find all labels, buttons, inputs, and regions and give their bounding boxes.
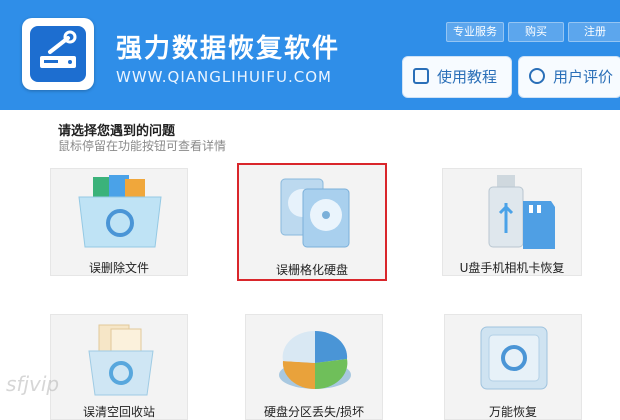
folder-recover-icon	[78, 175, 162, 248]
tile-label: 误栅格化硬盘	[275, 263, 348, 277]
usb-sdcard-icon	[488, 175, 555, 249]
tile-emptied-recycle-bin[interactable]: 误清空回收站	[50, 314, 188, 420]
user-reviews-button[interactable]: 用户评价	[518, 56, 620, 98]
document-icon	[413, 68, 429, 84]
partition-pie-icon	[279, 330, 351, 390]
buy-link[interactable]: 购买	[508, 22, 564, 42]
pro-service-link[interactable]: 专业服务	[446, 22, 504, 42]
app-logo	[22, 18, 94, 90]
comment-icon	[529, 68, 545, 84]
user-reviews-button-label: 用户评价	[553, 68, 614, 86]
tile-universal-recovery[interactable]: 万能恢复	[444, 314, 582, 420]
hover-hint: 鼠标停留在功能按钮可查看详情	[58, 139, 227, 153]
tutorial-button[interactable]: 使用教程	[402, 56, 512, 98]
tile-formatted-disk[interactable]: 误栅格化硬盘	[237, 163, 387, 281]
app-header: 强力数据恢复软件 WWW.QIANGLIHUIFU.COM 专业服务 购买 注册…	[0, 0, 620, 110]
tile-label: 误清空回收站	[82, 405, 155, 419]
safe-icon	[480, 326, 548, 390]
watermark-text: sfjvip	[6, 372, 60, 396]
tile-usb-card-recovery[interactable]: U盘手机相机卡恢复	[442, 168, 582, 276]
app-title: 强力数据恢复软件	[116, 34, 341, 64]
tile-deleted-files[interactable]: 误删除文件	[50, 168, 188, 276]
hard-disk-icon	[280, 178, 350, 248]
register-link[interactable]: 注册	[568, 22, 620, 42]
tile-label: 万能恢复	[488, 405, 537, 419]
hard-drive-tool-icon	[30, 26, 86, 82]
tile-partition-lost[interactable]: 硬盘分区丢失/损坏	[245, 314, 383, 420]
recycle-bin-icon	[88, 324, 154, 396]
tile-label: 误删除文件	[88, 261, 149, 275]
tile-label: 硬盘分区丢失/损坏	[263, 405, 365, 419]
tutorial-button-label: 使用教程	[437, 68, 498, 86]
app-url: WWW.QIANGLIHUIFU.COM	[116, 68, 332, 86]
tile-label: U盘手机相机卡恢复	[459, 261, 565, 275]
